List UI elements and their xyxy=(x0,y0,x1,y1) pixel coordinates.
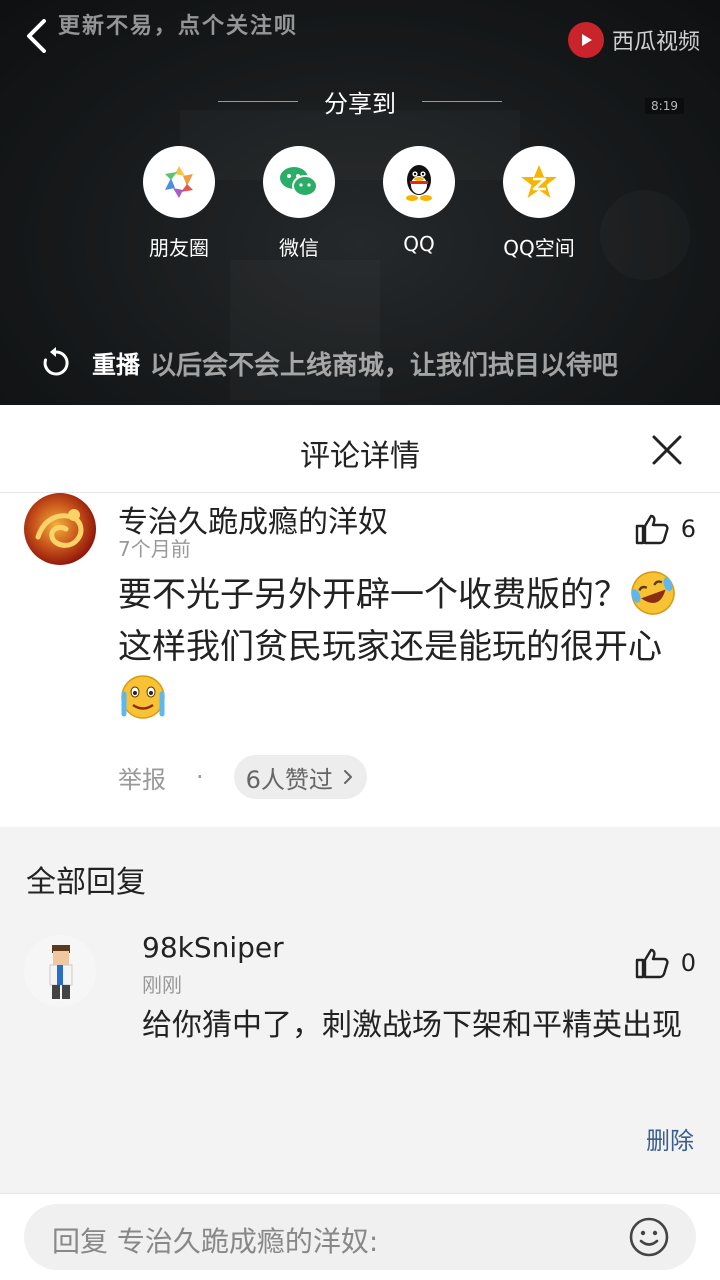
brand: 西瓜视频 xyxy=(567,22,700,58)
share-wechat-label: 微信 xyxy=(279,236,319,260)
share-qzone-label: QQ空间 xyxy=(503,236,575,260)
thumbs-up-icon xyxy=(635,948,669,979)
reply-like-button[interactable]: 0 xyxy=(635,947,696,979)
share-moments-label: 朋友圈 xyxy=(149,236,209,260)
reply-like-count: 0 xyxy=(680,949,696,977)
qq-icon xyxy=(383,146,455,218)
rofl-emoji-icon xyxy=(631,571,675,615)
share-qzone-button[interactable]: QQ空间 xyxy=(484,146,594,261)
replies-title: 全部回复 xyxy=(26,865,146,900)
reply-bar: 回复 专治久跪成瘾的洋奴: xyxy=(0,1193,720,1280)
thumbs-up-icon xyxy=(635,514,669,545)
share-options: 朋友圈 微信 QQ QQ空间 xyxy=(143,146,576,266)
character-avatar-image xyxy=(49,945,73,999)
comment-text: 要不光子另外开辟一个收费版的？ 这样我们贫民玩家还是能玩的很开心 xyxy=(118,569,698,725)
xigua-logo-icon xyxy=(567,22,604,58)
share-qq-label: QQ xyxy=(403,232,435,256)
share-wechat-button[interactable]: 微信 xyxy=(244,146,354,261)
qzone-icon xyxy=(503,146,575,218)
share-title: 分享到 xyxy=(324,90,396,118)
reply-placeholder: 回复 专治久跪成瘾的洋奴: xyxy=(52,1225,379,1258)
video-player[interactable]: 更新不易，点个关注呗 西瓜视频 8:19 分享到 朋友圈 微信 QQ QQ空间 … xyxy=(0,0,720,405)
smiley-icon xyxy=(629,1217,669,1257)
divider xyxy=(422,101,502,102)
report-button[interactable]: 举报 xyxy=(118,760,166,795)
chevron-right-icon xyxy=(343,770,352,784)
share-qq-button[interactable]: QQ xyxy=(364,146,474,256)
dragon-avatar-image xyxy=(35,509,84,548)
share-moments-button[interactable]: 朋友圈 xyxy=(124,146,234,261)
panel-title: 评论详情 xyxy=(300,439,420,474)
replay-label: 重播 xyxy=(92,351,140,379)
replay-button[interactable]: 重播 xyxy=(40,345,140,380)
video-subtitle: 以后会不会上线商城，让我们拭目以待吧 xyxy=(150,351,619,381)
reply-time: 刚刚 xyxy=(142,973,182,997)
replay-icon xyxy=(43,346,69,375)
close-icon xyxy=(652,435,682,465)
divider xyxy=(218,101,298,102)
close-button[interactable] xyxy=(648,431,686,469)
comment-time: 7个月前 xyxy=(118,537,191,561)
separator-dot: · xyxy=(196,763,204,791)
comment-actions: 举报 · 6人赞过 xyxy=(118,755,367,799)
video-title: 更新不易，点个关注呗 xyxy=(58,14,299,39)
share-header: 分享到 xyxy=(0,84,720,119)
avatar[interactable] xyxy=(24,935,96,1007)
likers-button[interactable]: 6人赞过 xyxy=(233,755,367,799)
reply-text: 给你猜中了，刺激战场下架和平精英出现 xyxy=(142,1008,682,1043)
reply-username[interactable]: 98kSniper xyxy=(142,931,284,964)
comment-text-line-2: 这样我们贫民玩家还是能玩的很开心 xyxy=(118,627,662,667)
like-count: 6 xyxy=(680,515,696,543)
main-comment: 专治久跪成瘾的洋奴 7个月前 6 要不光子另外开辟一个收费版的？ 这样我们贫民玩… xyxy=(0,493,720,827)
like-button[interactable]: 6 xyxy=(635,513,696,545)
emoji-button[interactable] xyxy=(628,1216,670,1258)
avatar[interactable] xyxy=(24,493,96,565)
back-arrow-icon xyxy=(27,19,46,53)
wechat-icon xyxy=(263,146,335,218)
moments-icon xyxy=(143,146,215,218)
reply-input[interactable]: 回复 专治久跪成瘾的洋奴: xyxy=(24,1204,696,1270)
brand-name: 西瓜视频 xyxy=(611,30,700,55)
crying-laugh-emoji-icon xyxy=(121,675,165,719)
comment-detail-header: 评论详情 xyxy=(0,405,720,493)
delete-button[interactable]: 删除 xyxy=(646,1121,694,1156)
comment-text-line-1: 要不光子另外开辟一个收费版的？ xyxy=(118,575,628,615)
replies-section: 全部回复 98kSniper 刚刚 0 给你猜中了，刺激战场下架和平精英出现 删… xyxy=(0,827,720,1193)
likers-label: 6人赞过 xyxy=(245,765,333,794)
back-button[interactable] xyxy=(14,14,58,58)
